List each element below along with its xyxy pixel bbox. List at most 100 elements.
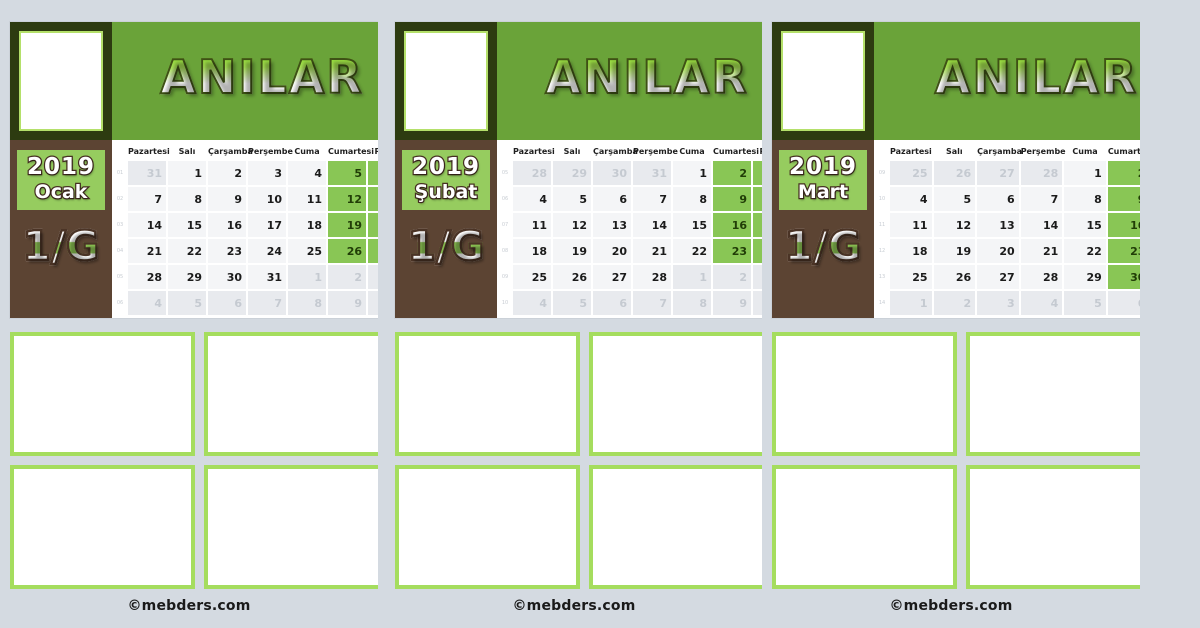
day-cell[interactable]: 19 bbox=[328, 213, 366, 237]
day-cell[interactable]: 8 bbox=[168, 187, 206, 211]
day-cell[interactable]: 8 bbox=[288, 291, 326, 315]
day-cell[interactable]: 17 bbox=[248, 213, 286, 237]
day-cell[interactable]: 14 bbox=[633, 213, 671, 237]
day-cell[interactable]: 30 bbox=[593, 161, 631, 185]
day-cell[interactable]: 9 bbox=[713, 291, 751, 315]
day-cell[interactable]: 5 bbox=[553, 291, 591, 315]
day-cell[interactable]: 30 bbox=[1107, 265, 1140, 289]
day-cell[interactable]: 8 bbox=[1064, 187, 1106, 211]
photo-placeholder[interactable] bbox=[395, 465, 580, 589]
day-cell[interactable]: 14 bbox=[1020, 213, 1063, 237]
day-cell[interactable]: 27 bbox=[977, 265, 1019, 289]
day-cell[interactable]: 12 bbox=[933, 213, 976, 237]
day-cell[interactable]: 28 bbox=[128, 265, 166, 289]
day-cell[interactable]: 5 bbox=[553, 187, 591, 211]
day-cell[interactable]: 4 bbox=[128, 291, 166, 315]
photo-placeholder[interactable] bbox=[10, 465, 195, 589]
day-cell[interactable]: 31 bbox=[128, 161, 166, 185]
cover-photo-frame[interactable] bbox=[10, 22, 112, 140]
day-cell[interactable]: 2 bbox=[713, 161, 751, 185]
day-cell[interactable]: 11 bbox=[513, 213, 551, 237]
day-cell[interactable]: 23 bbox=[1107, 239, 1140, 263]
day-cell[interactable]: 25 bbox=[513, 265, 551, 289]
day-cell[interactable]: 5 bbox=[1064, 291, 1106, 315]
day-cell[interactable]: 21 bbox=[633, 239, 671, 263]
photo-placeholder[interactable] bbox=[772, 332, 957, 456]
day-cell[interactable]: 20 bbox=[368, 213, 378, 237]
day-cell[interactable]: 9 bbox=[328, 291, 366, 315]
cover-photo-placeholder[interactable] bbox=[404, 31, 488, 131]
day-cell[interactable]: 9 bbox=[208, 187, 246, 211]
day-cell[interactable]: 26 bbox=[933, 265, 976, 289]
day-cell[interactable]: 18 bbox=[288, 213, 326, 237]
day-cell[interactable]: 1 bbox=[673, 265, 711, 289]
day-cell[interactable]: 3 bbox=[368, 265, 378, 289]
day-cell[interactable]: 13 bbox=[368, 187, 378, 211]
day-cell[interactable]: 6 bbox=[368, 161, 378, 185]
day-cell[interactable]: 6 bbox=[208, 291, 246, 315]
day-cell[interactable]: 16 bbox=[1107, 213, 1140, 237]
day-cell[interactable]: 3 bbox=[248, 161, 286, 185]
day-cell[interactable]: 9 bbox=[713, 187, 751, 211]
day-cell[interactable]: 7 bbox=[633, 291, 671, 315]
day-cell[interactable]: 21 bbox=[128, 239, 166, 263]
photo-placeholder[interactable] bbox=[10, 332, 195, 456]
day-cell[interactable]: 15 bbox=[168, 213, 206, 237]
day-cell[interactable]: 31 bbox=[633, 161, 671, 185]
day-cell[interactable]: 27 bbox=[593, 265, 631, 289]
day-cell[interactable]: 3 bbox=[977, 291, 1019, 315]
day-cell[interactable]: 19 bbox=[933, 239, 976, 263]
day-cell[interactable]: 6 bbox=[593, 187, 631, 211]
day-cell[interactable]: 5 bbox=[168, 291, 206, 315]
day-cell[interactable]: 2 bbox=[1107, 161, 1140, 185]
day-cell[interactable]: 6 bbox=[977, 187, 1019, 211]
day-cell[interactable]: 7 bbox=[128, 187, 166, 211]
day-cell[interactable]: 27 bbox=[977, 161, 1019, 185]
day-cell[interactable]: 6 bbox=[593, 291, 631, 315]
day-cell[interactable]: 7 bbox=[633, 187, 671, 211]
cover-photo-frame[interactable] bbox=[772, 22, 874, 140]
day-cell[interactable]: 26 bbox=[553, 265, 591, 289]
day-cell[interactable]: 29 bbox=[553, 161, 591, 185]
day-cell[interactable]: 1 bbox=[288, 265, 326, 289]
day-cell[interactable]: 28 bbox=[1020, 161, 1063, 185]
day-cell[interactable]: 13 bbox=[593, 213, 631, 237]
photo-placeholder[interactable] bbox=[772, 465, 957, 589]
day-cell[interactable]: 26 bbox=[933, 161, 976, 185]
photo-placeholder[interactable] bbox=[203, 465, 378, 589]
day-cell[interactable]: 1 bbox=[673, 161, 711, 185]
day-cell[interactable]: 2 bbox=[328, 265, 366, 289]
day-cell[interactable]: 26 bbox=[328, 239, 366, 263]
cover-photo-frame[interactable] bbox=[395, 22, 497, 140]
day-cell[interactable]: 20 bbox=[593, 239, 631, 263]
photo-placeholder[interactable] bbox=[395, 332, 580, 456]
day-cell[interactable]: 5 bbox=[328, 161, 366, 185]
day-cell[interactable]: 11 bbox=[288, 187, 326, 211]
day-cell[interactable]: 23 bbox=[713, 239, 751, 263]
day-cell[interactable]: 12 bbox=[553, 213, 591, 237]
day-cell[interactable]: 5 bbox=[933, 187, 976, 211]
day-cell[interactable]: 27 bbox=[368, 239, 378, 263]
photo-placeholder[interactable] bbox=[203, 332, 378, 456]
day-cell[interactable]: 1 bbox=[168, 161, 206, 185]
day-cell[interactable]: 25 bbox=[288, 239, 326, 263]
day-cell[interactable]: 22 bbox=[1064, 239, 1106, 263]
day-cell[interactable]: 2 bbox=[933, 291, 976, 315]
day-cell[interactable]: 14 bbox=[128, 213, 166, 237]
day-cell[interactable]: 19 bbox=[553, 239, 591, 263]
day-cell[interactable]: 8 bbox=[673, 187, 711, 211]
day-cell[interactable]: 10 bbox=[368, 291, 378, 315]
day-cell[interactable]: 2 bbox=[713, 265, 751, 289]
day-cell[interactable]: 13 bbox=[977, 213, 1019, 237]
day-cell[interactable]: 18 bbox=[513, 239, 551, 263]
photo-placeholder[interactable] bbox=[588, 465, 763, 589]
day-cell[interactable]: 1 bbox=[890, 291, 932, 315]
day-cell[interactable]: 6 bbox=[1107, 291, 1140, 315]
day-cell[interactable]: 8 bbox=[673, 291, 711, 315]
day-cell[interactable]: 7 bbox=[1020, 187, 1063, 211]
day-cell[interactable]: 28 bbox=[1020, 265, 1063, 289]
day-cell[interactable]: 15 bbox=[1064, 213, 1106, 237]
day-cell[interactable]: 31 bbox=[248, 265, 286, 289]
day-cell[interactable]: 11 bbox=[890, 213, 932, 237]
day-cell[interactable]: 24 bbox=[248, 239, 286, 263]
